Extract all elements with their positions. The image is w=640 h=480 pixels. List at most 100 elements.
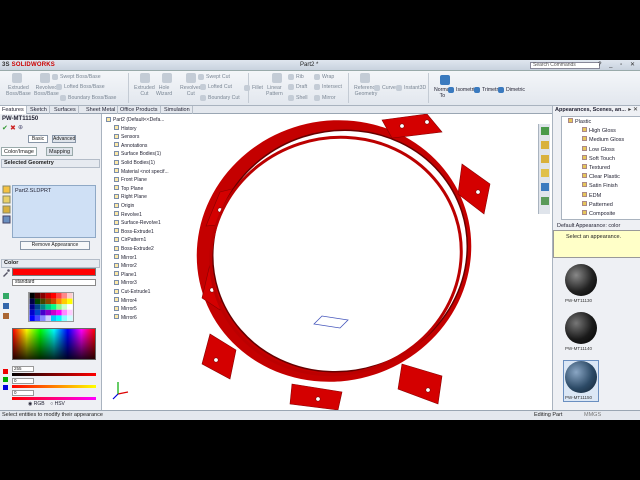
color-swatch[interactable] <box>56 293 62 299</box>
color-tool-icons[interactable] <box>2 292 10 322</box>
color-swatch[interactable] <box>51 309 57 316</box>
wrap-icon[interactable] <box>314 74 320 80</box>
ok-check-icon[interactable]: ✔ <box>2 124 8 132</box>
extruded-boss-base-icon[interactable] <box>12 73 22 83</box>
wrap-button[interactable]: Wrap <box>322 74 334 80</box>
color-swatch-palette[interactable] <box>28 292 74 322</box>
isometric-icon[interactable] <box>448 87 454 93</box>
appearance-item-low-gloss[interactable]: Low Gloss <box>582 145 615 154</box>
color-swatch[interactable] <box>45 304 51 310</box>
color-header[interactable]: Color <box>1 259 100 268</box>
extruded-boss-base-button[interactable]: Extruded Boss/Base <box>6 85 31 97</box>
color-swatch[interactable] <box>29 298 35 305</box>
revolved-cut-button[interactable]: Revolved Cut <box>180 85 202 97</box>
color-swatch[interactable] <box>51 315 57 321</box>
color-swatch[interactable] <box>56 304 62 310</box>
color-swatch[interactable] <box>29 315 35 321</box>
tab-features[interactable]: Features <box>0 106 27 114</box>
color-swatch[interactable] <box>61 315 68 321</box>
selected-geometry-list[interactable]: Part2.SLDPRT <box>12 185 96 238</box>
color-swatch[interactable] <box>51 293 57 299</box>
extruded-cut-button[interactable]: Extruded Cut <box>134 85 155 97</box>
color-swatch[interactable] <box>45 298 51 305</box>
green-slider[interactable] <box>12 385 96 388</box>
tree-item-mirror6[interactable]: Mirror6 <box>114 314 137 322</box>
blue-slider[interactable] <box>12 397 96 400</box>
color-swatch[interactable] <box>40 309 46 316</box>
color-swatch[interactable] <box>40 298 46 305</box>
cancel-x-icon[interactable]: ✖ <box>10 124 16 132</box>
task-pane-icons[interactable] <box>539 124 551 214</box>
tree-item-surface-revolve1[interactable]: Surface-Revolve1 <box>114 219 161 227</box>
lofted-cut-button[interactable]: Lofted Cut <box>208 84 232 90</box>
hole-wizard-button[interactable]: Hole Wizard <box>156 85 172 97</box>
swept-boss-base-icon[interactable] <box>52 74 58 80</box>
color-mode-dropdown[interactable]: standard <box>12 279 96 286</box>
color-swatch[interactable] <box>61 304 68 310</box>
reference-geometry-icon[interactable] <box>360 73 370 83</box>
tree-item-material-not-specif[interactable]: Material <not specif... <box>114 168 169 176</box>
color-swatch[interactable] <box>34 293 41 299</box>
color-swatch[interactable] <box>40 304 46 310</box>
color-swatch[interactable] <box>34 309 41 316</box>
color-swatch[interactable] <box>56 298 62 305</box>
color-swatch[interactable] <box>29 304 35 310</box>
tab-mapping[interactable]: Mapping <box>46 147 74 156</box>
tree-item-front-plane[interactable]: Front Plane <box>114 176 147 184</box>
appearance-item-high-gloss[interactable]: High Gloss <box>582 127 616 135</box>
appearance-item-plastic[interactable]: Plastic <box>568 118 591 126</box>
mirror-icon[interactable] <box>314 95 320 101</box>
lofted-boss-base-button[interactable]: Lofted Boss/Base <box>64 84 105 90</box>
instant3d-button[interactable]: Instant3D <box>404 85 426 91</box>
mirror-button[interactable]: Mirror <box>322 95 336 101</box>
basic-button[interactable]: Basic <box>28 135 48 143</box>
tree-item-right-plane[interactable]: Right Plane <box>114 193 147 201</box>
color-swatch[interactable] <box>29 309 35 316</box>
lofted-cut-icon[interactable] <box>200 84 206 90</box>
color-swatch[interactable] <box>34 304 41 310</box>
help-icon[interactable]: ⊕ <box>18 124 23 131</box>
color-swatch[interactable] <box>51 298 57 305</box>
fillet-button[interactable]: Fillet <box>252 85 263 91</box>
dimetric-button[interactable]: Dimetric <box>506 87 525 93</box>
rib-icon[interactable] <box>288 74 294 80</box>
linear-pattern-button[interactable]: Linear Pattern <box>266 85 283 97</box>
red-slider[interactable] <box>12 373 96 376</box>
color-swatch[interactable] <box>67 309 73 316</box>
color-spectrum[interactable] <box>12 328 96 360</box>
tree-item-revolve1[interactable]: Revolve1 <box>114 211 142 219</box>
color-swatch[interactable] <box>61 293 68 299</box>
solidworks-logo[interactable]: 3S SOLIDWORKS <box>2 61 55 70</box>
appearance-item-medium-gloss[interactable]: Medium Gloss <box>582 136 624 144</box>
color-swatch[interactable] <box>61 298 68 305</box>
color-swatch[interactable] <box>34 315 41 321</box>
color-swatch[interactable] <box>40 293 46 299</box>
swept-cut-icon[interactable] <box>198 74 204 80</box>
fillet-icon[interactable] <box>244 85 250 91</box>
appearance-item-textured[interactable]: Textured <box>582 164 610 172</box>
tree-item-boss-extrude1[interactable]: Boss-Extrude1 <box>114 228 154 236</box>
appearance-thumbnail-3[interactable] <box>565 361 597 393</box>
part-model[interactable] <box>163 114 506 410</box>
color-swatch[interactable] <box>67 298 73 305</box>
green-value-field[interactable]: 0 <box>12 378 34 384</box>
advanced-button[interactable]: Advanced <box>52 135 76 143</box>
tree-item-cut-extrude1[interactable]: Cut-Extrude1 <box>114 288 150 296</box>
color-swatch[interactable] <box>29 293 35 299</box>
dimetric-icon[interactable] <box>498 87 504 93</box>
eyedropper-icon[interactable] <box>2 269 10 277</box>
tab-surfaces[interactable]: Surfaces <box>52 106 79 114</box>
status-units[interactable]: MMGS <box>584 411 601 420</box>
color-swatch[interactable] <box>67 304 73 310</box>
tab-simulation[interactable]: Simulation <box>162 106 193 114</box>
appearance-item-soft-touch[interactable]: Soft Touch <box>582 154 615 163</box>
tree-item-mirror1[interactable]: Mirror1 <box>114 254 137 262</box>
draft-button[interactable]: Draft <box>296 84 307 90</box>
selected-item[interactable]: Part2.SLDPRT <box>15 188 51 194</box>
revolved-boss-base-icon[interactable] <box>40 73 50 83</box>
tree-item-part2-default-defa[interactable]: Part2 (Default<<Defa... <box>106 116 164 124</box>
trimetric-icon[interactable] <box>474 87 480 93</box>
tree-item-surface-bodies-1[interactable]: Surface Bodies(1) <box>114 150 161 158</box>
color-swatch[interactable] <box>67 315 73 321</box>
swept-boss-base-button[interactable]: Swept Boss/Base <box>60 74 101 80</box>
